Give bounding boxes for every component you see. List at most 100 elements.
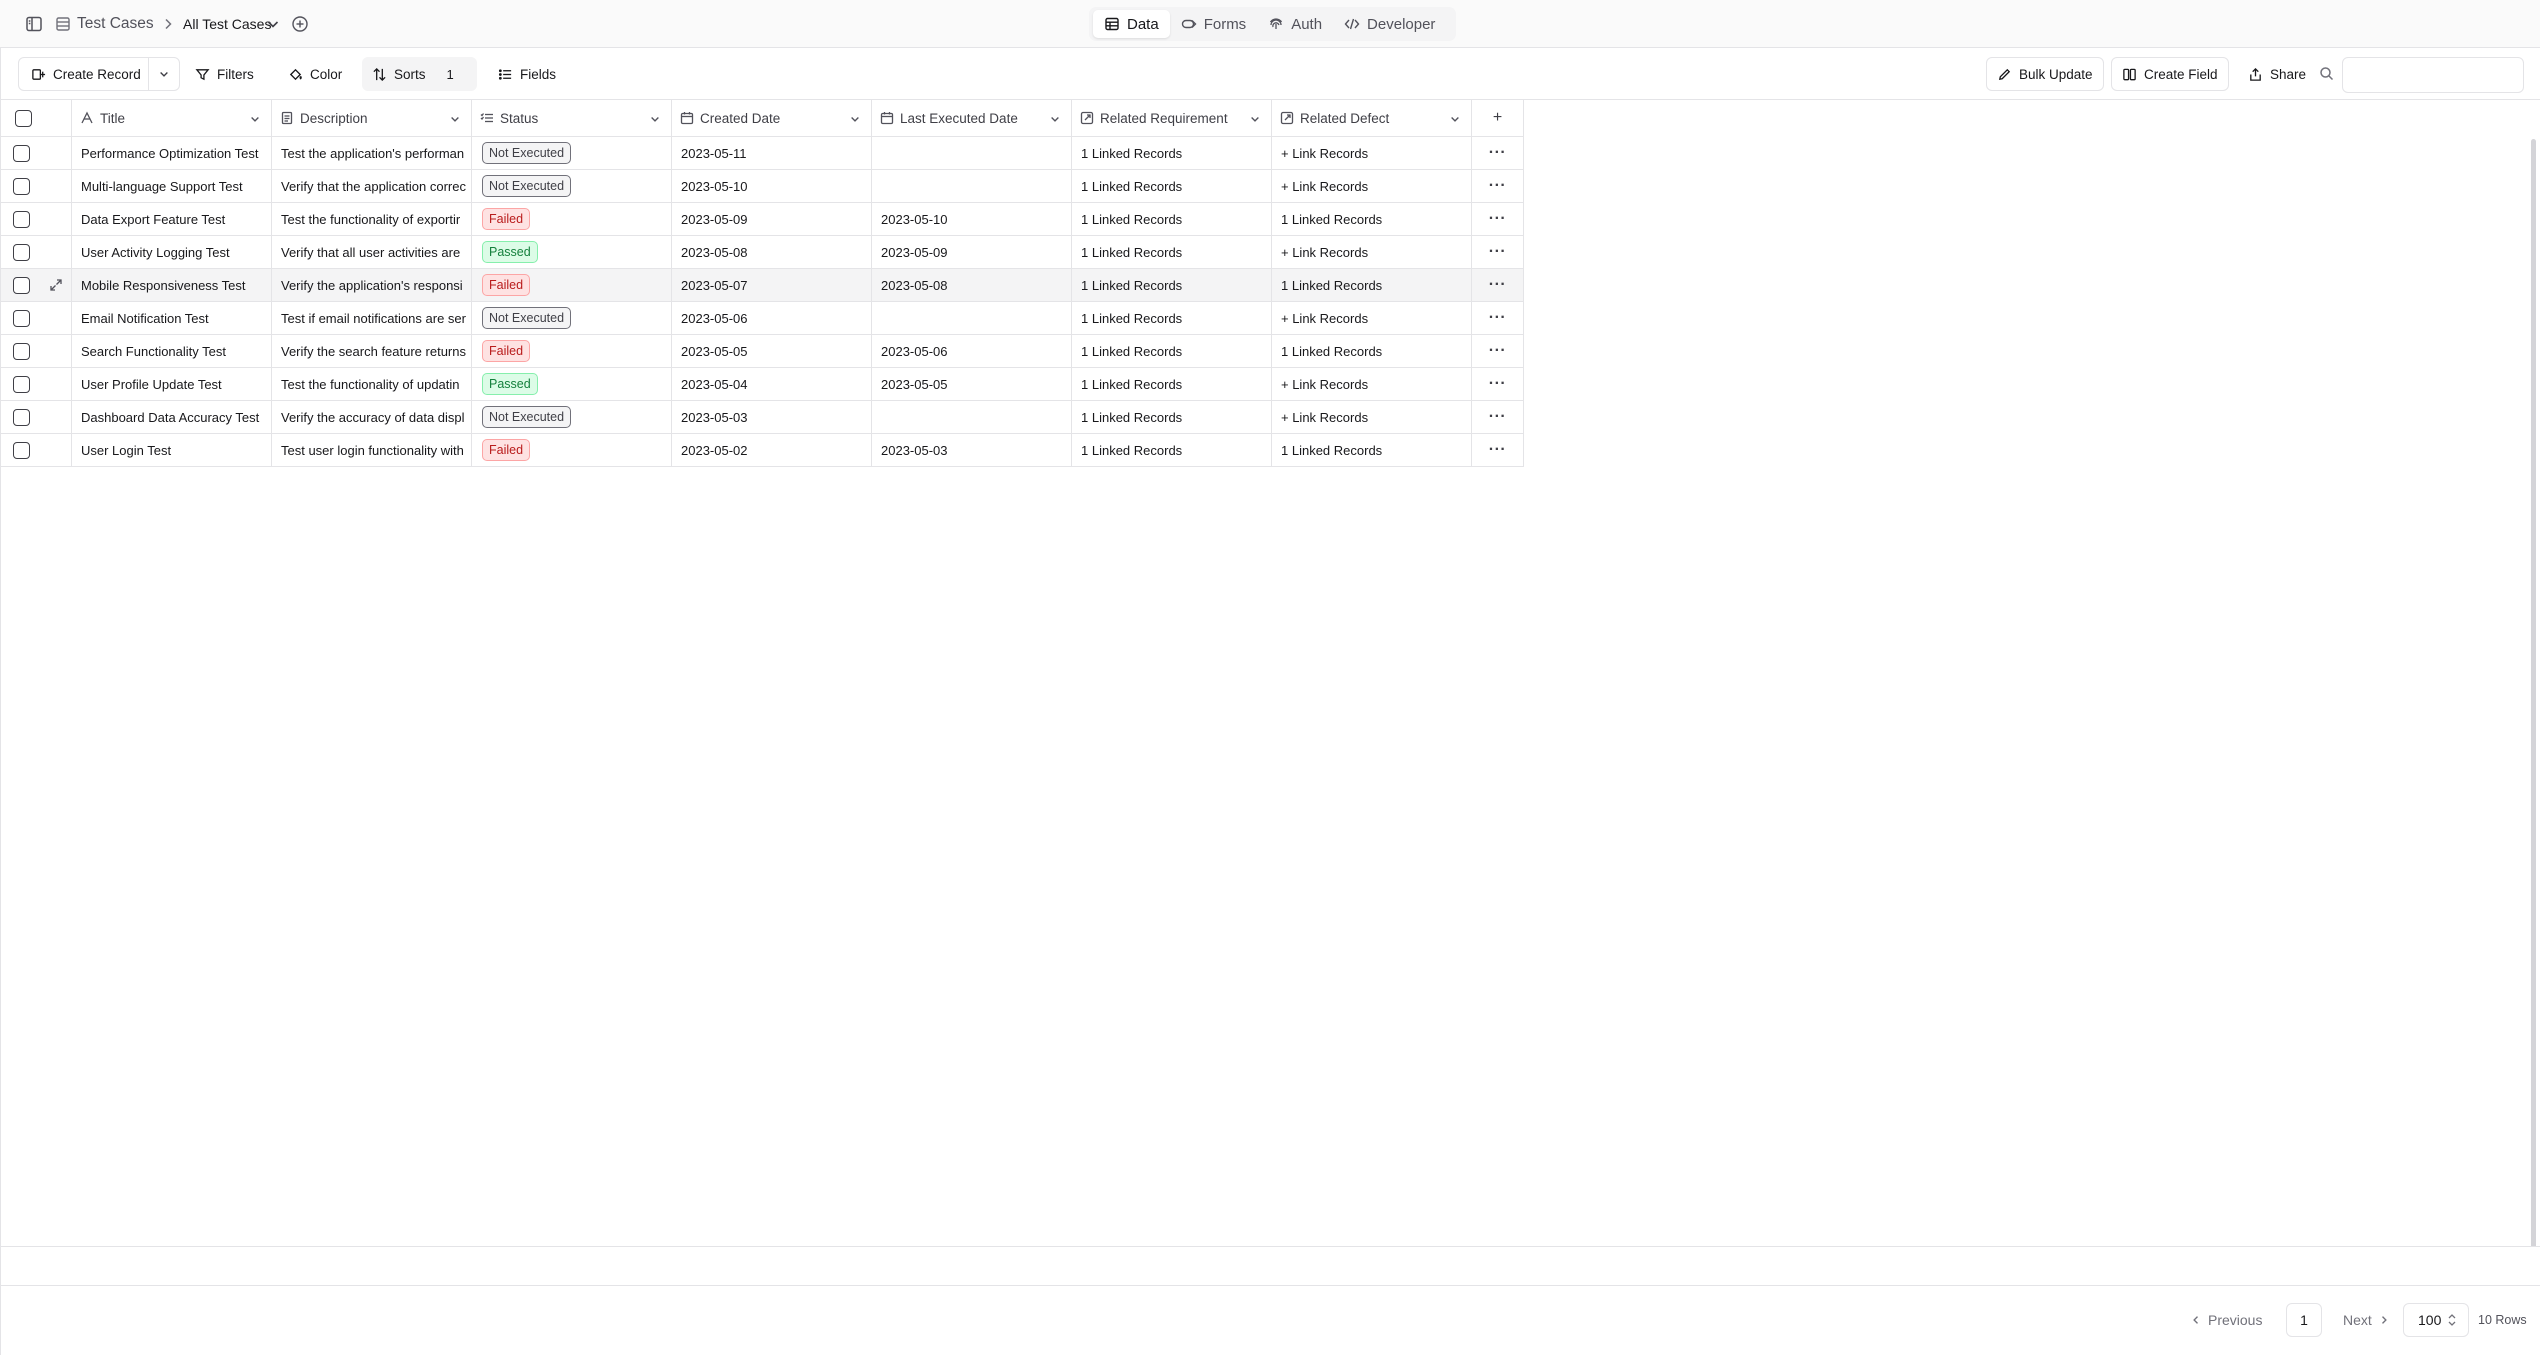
row-actions-button[interactable]: ··· [1472,434,1524,466]
cell-last-executed-date[interactable]: 2023-05-08 [872,269,1072,301]
row-actions-button[interactable]: ··· [1472,170,1524,202]
cell-related-defect[interactable]: + Link Records [1272,302,1472,334]
row-actions-button[interactable]: ··· [1472,236,1524,268]
cell-created-date[interactable]: 2023-05-05 [672,335,872,367]
row-checkbox[interactable] [13,342,30,360]
create-record-dropdown[interactable] [149,58,179,90]
cell-related-requirement[interactable]: 1 Linked Records [1072,137,1272,169]
cell-related-defect[interactable]: + Link Records [1272,401,1472,433]
cell-created-date[interactable]: 2023-05-07 [672,269,872,301]
cell-related-requirement[interactable]: 1 Linked Records [1072,203,1272,235]
row-actions-button[interactable]: ··· [1472,269,1524,301]
chevron-down-icon[interactable] [449,113,461,125]
cell-title[interactable]: Search Functionality Test [72,335,272,367]
row-actions-button[interactable]: ··· [1472,335,1524,367]
cell-created-date[interactable]: 2023-05-10 [672,170,872,202]
chevron-down-icon[interactable] [649,113,661,125]
row-checkbox[interactable] [13,375,30,393]
cell-related-defect[interactable]: 1 Linked Records [1272,203,1472,235]
cell-related-requirement[interactable]: 1 Linked Records [1072,170,1272,202]
chevron-down-icon[interactable] [1049,113,1061,125]
cell-related-requirement[interactable]: 1 Linked Records [1072,434,1272,466]
chevron-down-icon[interactable] [1449,113,1461,125]
scrollbar-thumb[interactable] [2531,139,2536,1283]
cell-description[interactable]: Test the functionality of exportir [272,203,472,235]
tab-forms[interactable]: Forms [1170,10,1258,38]
bulk-update-button[interactable]: Bulk Update [1986,57,2104,91]
cell-last-executed-date[interactable] [872,137,1072,169]
previous-page-button[interactable]: Previous [2190,1303,2262,1337]
table-row[interactable]: Data Export Feature Test Test the functio… [0,203,1524,236]
row-checkbox[interactable] [13,210,30,228]
row-actions-button[interactable]: ··· [1472,368,1524,400]
row-checkbox[interactable] [13,144,30,162]
cell-created-date[interactable]: 2023-05-02 [672,434,872,466]
cell-created-date[interactable]: 2023-05-03 [672,401,872,433]
color-button[interactable]: Color [278,57,352,91]
search-input[interactable] [2342,57,2524,93]
row-checkbox[interactable] [13,243,30,261]
cell-status[interactable]: Not Executed [472,170,672,202]
column-header-description[interactable]: Description [272,100,472,136]
fields-button[interactable]: Fields [488,57,566,91]
column-header-title[interactable]: Title [72,100,272,136]
add-view-icon[interactable] [290,14,310,34]
chevron-down-icon[interactable] [849,113,861,125]
cell-description[interactable]: Verify the application's responsi [272,269,472,301]
cell-title[interactable]: User Login Test [72,434,272,466]
cell-title[interactable]: Mobile Responsiveness Test [72,269,272,301]
cell-related-defect[interactable]: 1 Linked Records [1272,269,1472,301]
cell-title[interactable]: Dashboard Data Accuracy Test [72,401,272,433]
cell-last-executed-date[interactable]: 2023-05-09 [872,236,1072,268]
cell-title[interactable]: Data Export Feature Test [72,203,272,235]
table-row[interactable]: Multi-language Support Test Verify that t… [0,170,1524,203]
cell-related-defect[interactable]: + Link Records [1272,368,1472,400]
cell-description[interactable]: Verify the accuracy of data displ [272,401,472,433]
cell-created-date[interactable]: 2023-05-11 [672,137,872,169]
cell-last-executed-date[interactable]: 2023-05-05 [872,368,1072,400]
sorts-button[interactable]: Sorts 1 [362,57,477,91]
table-row[interactable]: Performance Optimization Test Test the ap… [0,137,1524,170]
cell-description[interactable]: Test the application's performan [272,137,472,169]
select-all-checkbox[interactable] [15,109,32,127]
chevron-down-icon[interactable] [265,16,281,32]
cell-status[interactable]: Passed [472,368,672,400]
tab-data[interactable]: Data [1093,10,1170,38]
cell-created-date[interactable]: 2023-05-04 [672,368,872,400]
tab-developer[interactable]: Developer [1333,10,1446,38]
cell-last-executed-date[interactable]: 2023-05-06 [872,335,1072,367]
expand-row-icon[interactable] [49,278,63,292]
create-field-button[interactable]: Create Field [2111,57,2229,91]
cell-description[interactable]: Test the functionality of updatin [272,368,472,400]
cell-related-defect[interactable]: 1 Linked Records [1272,434,1472,466]
cell-related-requirement[interactable]: 1 Linked Records [1072,269,1272,301]
cell-related-defect[interactable]: + Link Records [1272,137,1472,169]
cell-status[interactable]: Failed [472,203,672,235]
row-actions-button[interactable]: ··· [1472,137,1524,169]
column-header-last-executed-date[interactable]: Last Executed Date [872,100,1072,136]
sidebar-toggle-icon[interactable] [24,14,44,34]
column-header-status[interactable]: Status [472,100,672,136]
cell-description[interactable]: Test if email notifications are ser [272,302,472,334]
row-checkbox[interactable] [13,408,30,426]
row-checkbox[interactable] [13,276,30,294]
row-checkbox[interactable] [13,441,30,459]
cell-title[interactable]: Email Notification Test [72,302,272,334]
row-actions-button[interactable]: ··· [1472,203,1524,235]
row-actions-button[interactable]: ··· [1472,401,1524,433]
table-row[interactable]: User Profile Update Test Test the functio… [0,368,1524,401]
cell-status[interactable]: Not Executed [472,302,672,334]
cell-related-defect[interactable]: 1 Linked Records [1272,335,1472,367]
tab-auth[interactable]: Auth [1257,10,1333,38]
share-button[interactable]: Share [2238,57,2316,91]
cell-status[interactable]: Failed [472,335,672,367]
current-page-input[interactable]: 1 [2286,1303,2322,1337]
column-header-related-defect[interactable]: Related Defect [1272,100,1472,136]
create-record-button[interactable]: Create Record [19,58,149,90]
cell-last-executed-date[interactable] [872,302,1072,334]
row-checkbox[interactable] [13,177,30,195]
cell-created-date[interactable]: 2023-05-08 [672,236,872,268]
cell-created-date[interactable]: 2023-05-09 [672,203,872,235]
cell-status[interactable]: Not Executed [472,401,672,433]
chevron-down-icon[interactable] [1249,113,1261,125]
